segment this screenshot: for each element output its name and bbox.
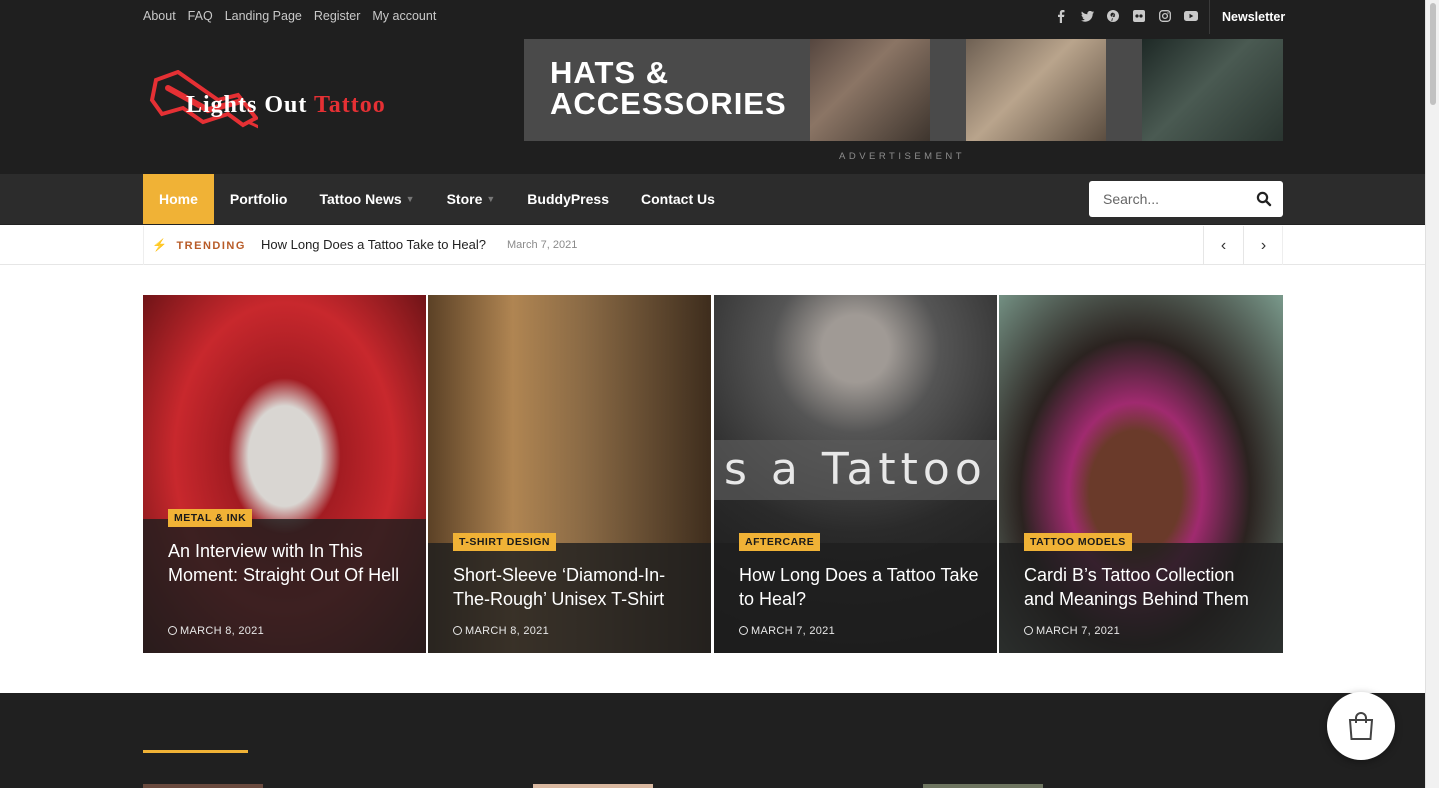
card-category[interactable]: TATTOO MODELS <box>1024 533 1132 551</box>
card-date: MARCH 8, 2021 <box>453 625 549 637</box>
cart-button[interactable] <box>1327 692 1395 760</box>
trending-label-text: TRENDING <box>176 240 246 252</box>
card-date: MARCH 7, 2021 <box>739 625 835 637</box>
post-thumbnail[interactable] <box>533 784 653 788</box>
featured-card[interactable]: T-SHIRT DESIGN Short-Sleeve ‘Diamond-In-… <box>428 295 711 653</box>
card-category[interactable]: AFTERCARE <box>739 533 821 551</box>
nav-label-contact-us: Contact Us <box>641 191 715 207</box>
newsletter-container: Newsletter <box>1209 0 1285 34</box>
clock-icon <box>168 626 177 635</box>
clock-icon <box>453 626 462 635</box>
site-logo[interactable]: Lights Out Tattoo <box>148 70 498 140</box>
newsletter-link[interactable]: Newsletter <box>1222 10 1285 24</box>
scrollbar-thumb[interactable] <box>1430 3 1436 105</box>
trending-post-date: March 7, 2021 <box>507 239 578 251</box>
header: About FAQ Landing Page Register My accou… <box>0 0 1425 174</box>
card-date-text: MARCH 8, 2021 <box>180 625 264 637</box>
nav-item-store[interactable]: Store ▼ <box>431 174 512 224</box>
nav-items: Home Portfolio Tattoo News ▼ Store ▼ Buddy… <box>143 174 731 224</box>
card-title[interactable]: How Long Does a Tattoo Take to Heal? <box>739 563 979 611</box>
nav-item-portfolio[interactable]: Portfolio <box>214 174 304 224</box>
pinterest-icon[interactable] <box>1106 9 1120 23</box>
section-accent-line <box>143 750 248 753</box>
nav-label-buddypress: BuddyPress <box>527 191 609 207</box>
chevron-down-icon: ▼ <box>486 194 496 204</box>
card-date: MARCH 7, 2021 <box>1024 625 1120 637</box>
top-link-landing-page[interactable]: Landing Page <box>225 9 302 23</box>
card-date-text: MARCH 7, 2021 <box>751 625 835 637</box>
logo-word-lights-out: Lights Out <box>186 92 308 118</box>
nav-label-store: Store <box>446 191 483 207</box>
top-link-register[interactable]: Register <box>314 9 361 23</box>
top-links: About FAQ Landing Page Register My accou… <box>143 9 436 23</box>
card-date-text: MARCH 7, 2021 <box>1036 625 1120 637</box>
nav-label-portfolio: Portfolio <box>229 191 288 207</box>
search-input[interactable] <box>1089 181 1249 217</box>
twitter-icon[interactable] <box>1080 9 1094 23</box>
advertisement-banner[interactable]: HATS & ACCESSORIES <box>524 39 1283 141</box>
main-nav: Home Portfolio Tattoo News ▼ Store ▼ Buddy… <box>0 174 1425 225</box>
nav-item-buddypress[interactable]: BuddyPress <box>511 174 625 224</box>
card-title[interactable]: Short-Sleeve ‘Diamond-In-The-Rough’ Unis… <box>453 563 693 611</box>
trending-container: ⚡ TRENDING How Long Does a Tattoo Take to… <box>143 226 1283 265</box>
featured-card[interactable]: s a Tattoo AFTERCARE How Long Does a Tat… <box>714 295 997 653</box>
post-thumbnail[interactable] <box>923 784 1043 788</box>
nav-item-tattoo-news[interactable]: Tattoo News ▼ <box>303 174 430 224</box>
card-category[interactable]: T-SHIRT DESIGN <box>453 533 557 551</box>
page: About FAQ Landing Page Register My accou… <box>0 0 1425 788</box>
nav-item-contact-us[interactable]: Contact Us <box>625 174 731 224</box>
dark-section <box>0 693 1425 788</box>
trending-prev-button[interactable]: ‹ <box>1203 226 1243 265</box>
card-category[interactable]: METAL & INK <box>168 509 253 527</box>
clock-icon <box>739 626 748 635</box>
nav-label-tattoo-news: Tattoo News <box>319 191 402 207</box>
trending-next-button[interactable]: › <box>1243 226 1283 265</box>
ad-photo-hat <box>966 39 1106 141</box>
chevron-left-icon: ‹ <box>1220 236 1227 254</box>
ad-title: HATS & ACCESSORIES <box>550 55 787 121</box>
top-link-my-account[interactable]: My account <box>372 9 436 23</box>
nav-item-home[interactable]: Home <box>143 174 214 224</box>
youtube-icon[interactable] <box>1184 9 1198 23</box>
top-link-faq[interactable]: FAQ <box>188 9 213 23</box>
trending-bar: ⚡ TRENDING How Long Does a Tattoo Take to… <box>0 226 1425 265</box>
social-links <box>1054 9 1198 23</box>
clock-icon <box>1024 626 1033 635</box>
featured-card[interactable]: METAL & INK An Interview with In This Mo… <box>143 295 426 653</box>
instagram-icon[interactable] <box>1158 9 1172 23</box>
nav-label-home: Home <box>159 191 198 207</box>
bolt-icon: ⚡ <box>152 238 169 252</box>
card-date: MARCH 8, 2021 <box>168 625 264 637</box>
post-thumbnail[interactable] <box>143 784 263 788</box>
trending-label: ⚡ TRENDING <box>152 238 246 252</box>
trending-post-title[interactable]: How Long Does a Tattoo Take to Heal? <box>261 237 486 252</box>
search-icon[interactable] <box>1256 191 1272 207</box>
featured-card[interactable]: TATTOO MODELS Cardi B’s Tattoo Collectio… <box>999 295 1283 653</box>
logo-word-tattoo: Tattoo <box>313 92 386 118</box>
card-date-text: MARCH 8, 2021 <box>465 625 549 637</box>
top-link-about[interactable]: About <box>143 9 176 23</box>
ad-photo-rings <box>810 39 930 141</box>
logo-text: Lights Out Tattoo <box>186 92 386 119</box>
ad-label: ADVERTISEMENT <box>839 151 966 162</box>
search-box <box>1089 181 1283 217</box>
chevron-down-icon: ▼ <box>405 194 415 204</box>
ad-photo-necklace <box>1142 39 1283 141</box>
card-title[interactable]: An Interview with In This Moment: Straig… <box>168 539 408 587</box>
card-title[interactable]: Cardi B’s Tattoo Collection and Meanings… <box>1024 563 1264 611</box>
flickr-icon[interactable] <box>1132 9 1146 23</box>
shopping-bag-icon <box>1348 712 1374 740</box>
facebook-icon[interactable] <box>1054 9 1068 23</box>
chevron-right-icon: › <box>1260 236 1267 254</box>
scrollbar[interactable] <box>1425 0 1439 788</box>
card-image-text: s a Tattoo <box>714 440 997 500</box>
featured-posts: METAL & INK An Interview with In This Mo… <box>143 295 1283 653</box>
